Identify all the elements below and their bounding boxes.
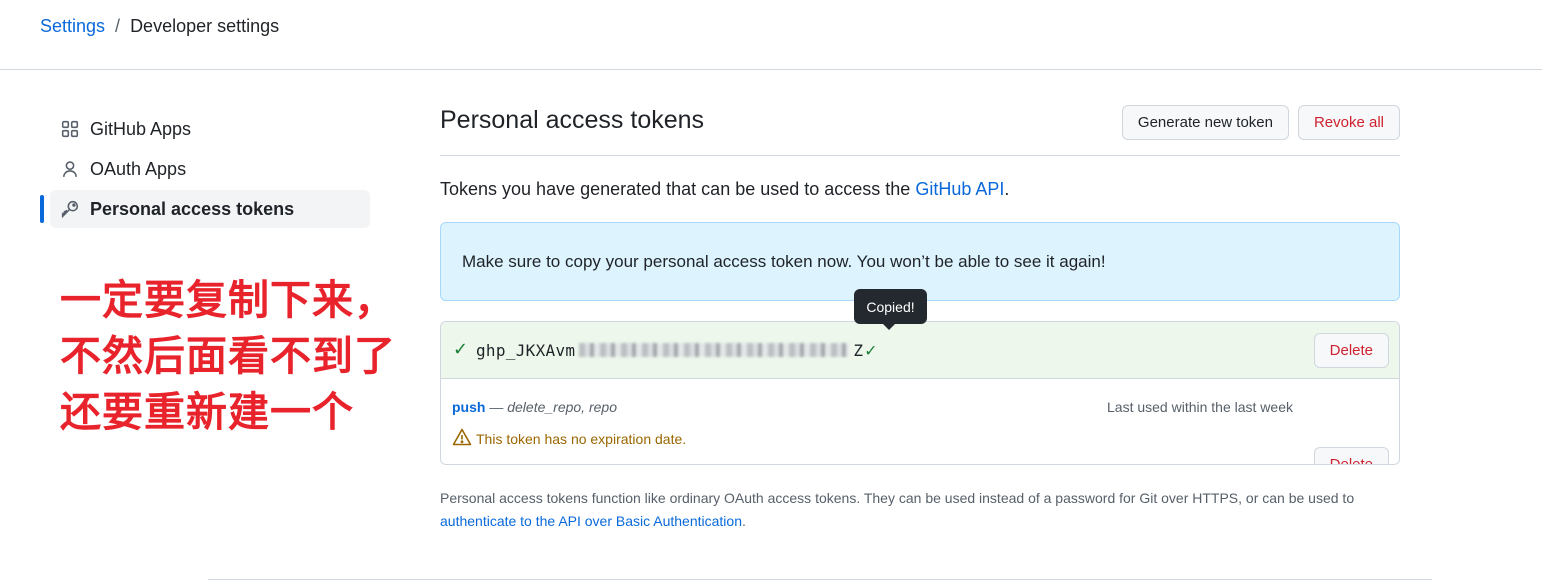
expiration-warning: This token has no expiration date. <box>452 428 686 449</box>
annotation-line: 不然后面看不到了 <box>60 332 396 380</box>
token-row: push — delete_repo, repo Last used withi… <box>441 379 1399 464</box>
token-scopes: delete_repo, repo <box>507 399 617 415</box>
sidebar-item-label: OAuth Apps <box>90 158 187 179</box>
copied-check-icon[interactable]: ✓ <box>865 340 876 361</box>
token-suffix: Z <box>853 341 864 360</box>
token-prefix: ghp_JKXAvm <box>476 341 576 360</box>
breadcrumb: Settings / Developer settings <box>40 15 279 37</box>
footer-note: Personal access tokens function like ord… <box>440 487 1400 533</box>
annotation-line: 一定要复制下来， <box>60 276 396 324</box>
token-list: ✓ ghp_JKXAvm Z ✓ Delete push — delete_repo… <box>440 321 1400 465</box>
token-last-used: Last used within the last week <box>1107 399 1293 415</box>
breadcrumb-separator: / <box>115 16 121 36</box>
token-dash: — <box>485 399 508 415</box>
revoke-all-button[interactable]: Revoke all <box>1297 105 1400 140</box>
warning-text: This token has no expiration date. <box>476 430 687 447</box>
copied-tooltip: Copied! <box>854 289 927 330</box>
sidebar-item-oauth-apps[interactable]: OAuth Apps <box>40 150 370 188</box>
new-token-row: ✓ ghp_JKXAvm Z ✓ Delete <box>441 322 1399 379</box>
apps-grid-icon <box>60 119 80 139</box>
token-info: push — delete_repo, repo <box>452 399 617 415</box>
generate-new-token-button[interactable]: Generate new token <box>1121 105 1289 140</box>
token-redacted <box>579 343 850 357</box>
page-title: Personal access tokens <box>440 106 705 134</box>
intro-text: Tokens you have generated that can be us… <box>440 179 1009 200</box>
breadcrumb-settings-link[interactable]: Settings <box>40 15 105 37</box>
sidebar-item-label: Personal access tokens <box>90 198 295 219</box>
red-annotation-note: 一定要复制下来， 不然后面看不到了 还要重新建一个 <box>60 272 396 440</box>
person-icon <box>60 159 80 179</box>
footer-divider <box>208 579 1432 580</box>
delete-token-button[interactable]: Delete <box>1313 447 1389 464</box>
main-content: Personal access tokens Generate new toke… <box>440 100 1400 529</box>
token-name-link[interactable]: push <box>452 399 485 415</box>
annotation-line: 还要重新建一个 <box>60 388 354 436</box>
key-icon <box>60 199 80 219</box>
sidebar-nav: GitHub Apps OAuth Apps Personal access t… <box>40 110 370 230</box>
sidebar-item-label: GitHub Apps <box>90 118 192 139</box>
delete-new-token-button[interactable]: Delete <box>1313 333 1389 368</box>
page-header: Personal access tokens Generate new toke… <box>440 100 1400 156</box>
warning-icon <box>452 428 472 449</box>
footer-end: . <box>741 513 746 529</box>
sidebar-item-personal-access-tokens[interactable]: Personal access tokens <box>40 190 370 228</box>
github-api-link[interactable]: GitHub API <box>915 179 1004 199</box>
breadcrumb-current: Developer settings <box>130 16 280 36</box>
intro-text-body: Tokens you have generated that can be us… <box>440 179 916 199</box>
token-value[interactable]: ghp_JKXAvm Z ✓ <box>476 340 876 361</box>
flash-message: Make sure to copy your personal access t… <box>462 252 1106 271</box>
check-icon: ✓ <box>453 339 469 359</box>
top-header: Settings / Developer settings <box>0 0 1542 70</box>
intro-text-end: . <box>1004 179 1010 199</box>
basic-auth-link[interactable]: authenticate to the API over Basic Authe… <box>440 513 742 529</box>
footer-text: Personal access tokens function like ord… <box>440 490 1355 506</box>
sidebar-item-github-apps[interactable]: GitHub Apps <box>40 110 370 148</box>
